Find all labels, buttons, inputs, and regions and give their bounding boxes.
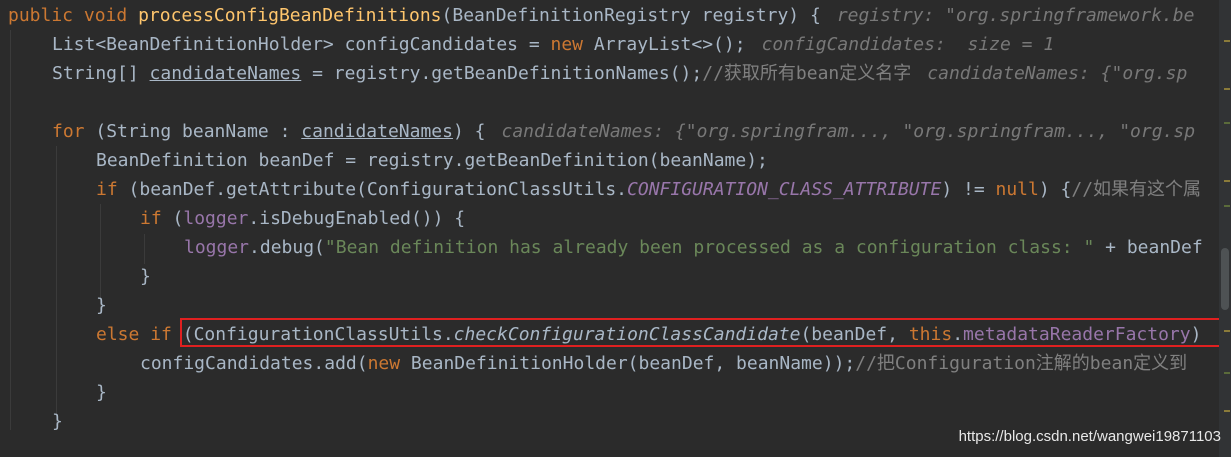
- indent-guide: [144, 234, 145, 264]
- keyword: if: [150, 324, 172, 345]
- code-line[interactable]: String[] candidateNames = registry.getBe…: [52, 59, 1187, 88]
- static-constant: CONFIGURATION_CLASS_ATTRIBUTE: [627, 179, 942, 200]
- code-line[interactable]: logger.debug("Bean definition has alread…: [184, 233, 1203, 262]
- variable: candidateNames: [301, 121, 453, 142]
- code-text: (BeanDefinitionRegistry registry) {: [441, 5, 821, 26]
- keyword: public: [8, 5, 74, 26]
- closing-brace: }: [96, 295, 107, 316]
- error-stripe-marker: [1224, 122, 1230, 124]
- keyword: new: [367, 353, 401, 374]
- keyword: void: [83, 5, 128, 26]
- debug-inline-hint: configCandidates: size = 1: [761, 34, 1055, 55]
- code-text: .debug(: [249, 237, 325, 258]
- code-line-for-loop[interactable]: for (String beanName : candidateNames) {…: [52, 117, 1195, 146]
- keyword: else: [96, 324, 140, 345]
- debug-inline-hint: candidateNames: {"org.sp: [927, 63, 1188, 84]
- watermark-url: https://blog.csdn.net/wangwei19871103: [958, 428, 1221, 445]
- code-text: + beanDef: [1094, 237, 1203, 258]
- code-text: (: [161, 208, 184, 229]
- code-text: BeanDefinitionHolder(beanDef, beanName))…: [400, 353, 856, 374]
- code-line[interactable]: }: [96, 291, 107, 320]
- code-comment: //把Configuration注解的bean定义到: [855, 353, 1188, 374]
- error-stripe-marker: [1224, 88, 1230, 90]
- highlight-annotation-box: [180, 318, 1219, 347]
- code-line-if[interactable]: if (beanDef.getAttribute(ConfigurationCl…: [96, 175, 1201, 204]
- code-text: ) {: [1038, 179, 1072, 200]
- debug-inline-hint: registry: "org.springframework.be: [836, 5, 1195, 26]
- variable: candidateNames: [149, 63, 302, 84]
- code-line[interactable]: }: [140, 262, 151, 291]
- code-text: String[]: [52, 63, 150, 84]
- error-stripe-marker: [1224, 40, 1230, 42]
- closing-brace: }: [96, 382, 107, 403]
- field-reference: logger: [184, 237, 250, 258]
- code-text: = registry.getBeanDefinitionNames();: [301, 63, 703, 84]
- closing-brace: }: [140, 266, 151, 287]
- string-literal: "Bean definition has already been proces…: [324, 237, 1095, 258]
- code-text: (beanDef.getAttribute(ConfigurationClass…: [117, 179, 628, 200]
- vertical-scrollbar[interactable]: [1219, 0, 1231, 457]
- keyword: for: [52, 121, 85, 142]
- code-line-method-signature[interactable]: public void processConfigBeanDefinitions…: [8, 1, 1194, 30]
- code-text: BeanDefinition beanDef = registry.getBea…: [96, 150, 768, 171]
- code-text: List<BeanDefinitionHolder> configCandida…: [52, 34, 551, 55]
- scrollbar-thumb[interactable]: [1221, 248, 1229, 310]
- keyword: if: [96, 179, 118, 200]
- code-comment: //获取所有bean定义名字: [702, 63, 912, 84]
- indent-guide: [10, 30, 11, 430]
- error-stripe-marker: [1224, 410, 1230, 412]
- code-editor[interactable]: public void processConfigBeanDefinitions…: [0, 0, 1219, 457]
- error-stripe-marker: [1224, 330, 1230, 332]
- keyword: null: [995, 179, 1039, 200]
- code-comment: //如果有这个属: [1071, 179, 1202, 200]
- code-line[interactable]: configCandidates.add(new BeanDefinitionH…: [140, 349, 1187, 378]
- field-reference: logger: [183, 208, 249, 229]
- keyword: if: [140, 208, 162, 229]
- keyword: new: [550, 34, 584, 55]
- code-text: .isDebugEnabled()) {: [248, 208, 466, 229]
- code-text: ) {: [452, 121, 486, 142]
- method-name: processConfigBeanDefinitions: [138, 5, 442, 26]
- indent-guide: [56, 146, 57, 426]
- closing-brace: }: [52, 411, 63, 432]
- debug-inline-hint: candidateNames: {"org.springfram..., "or…: [501, 121, 1196, 142]
- code-text: ArrayList<>();: [583, 34, 746, 55]
- error-stripe-marker: [1224, 180, 1230, 182]
- error-stripe-marker: [1224, 372, 1230, 374]
- code-text: ) !=: [941, 179, 996, 200]
- code-line[interactable]: }: [52, 407, 63, 436]
- code-text: configCandidates.add(: [140, 353, 368, 374]
- code-line[interactable]: BeanDefinition beanDef = registry.getBea…: [96, 146, 768, 175]
- code-line-if[interactable]: if (logger.isDebugEnabled()) {: [140, 204, 465, 233]
- error-stripe-marker: [1224, 205, 1230, 207]
- code-text: (String beanName :: [84, 121, 302, 142]
- code-line[interactable]: List<BeanDefinitionHolder> configCandida…: [52, 30, 1054, 59]
- code-line[interactable]: }: [96, 378, 107, 407]
